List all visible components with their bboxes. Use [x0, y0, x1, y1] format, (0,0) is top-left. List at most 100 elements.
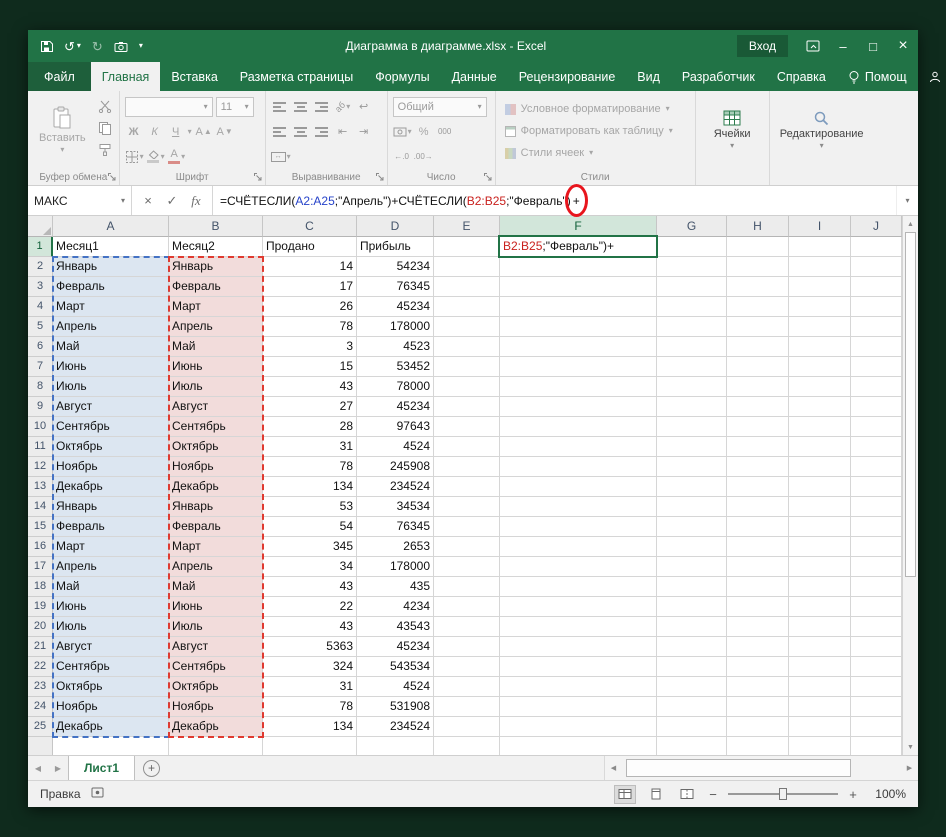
align-left-button[interactable]: [271, 122, 289, 141]
insert-function-button[interactable]: fx: [184, 193, 208, 209]
cell-G14[interactable]: [657, 497, 727, 517]
cell-C8[interactable]: 43: [263, 377, 357, 397]
cell-A15[interactable]: Февраль: [53, 517, 169, 537]
cell-G13[interactable]: [657, 477, 727, 497]
cell-I5[interactable]: [789, 317, 851, 337]
number-dialog-launcher[interactable]: [483, 172, 493, 182]
cell[interactable]: [789, 737, 851, 755]
cell-D23[interactable]: 4524: [357, 677, 434, 697]
cell-D24[interactable]: 531908: [357, 697, 434, 717]
cell-G12[interactable]: [657, 457, 727, 477]
cell-C20[interactable]: 43: [263, 617, 357, 637]
column-header-B[interactable]: B: [169, 216, 263, 237]
cell-E4[interactable]: [434, 297, 500, 317]
cell-A19[interactable]: Июнь: [53, 597, 169, 617]
row-header-19[interactable]: 19: [28, 597, 53, 617]
minimize-button[interactable]: –: [828, 30, 858, 62]
cell-J8[interactable]: [851, 377, 902, 397]
row-header-5[interactable]: 5: [28, 317, 53, 337]
cell-B18[interactable]: Май: [169, 577, 263, 597]
cell-I15[interactable]: [789, 517, 851, 537]
save-button[interactable]: [40, 40, 53, 53]
cell-F6[interactable]: [500, 337, 657, 357]
cell-E14[interactable]: [434, 497, 500, 517]
cell-J21[interactable]: [851, 637, 902, 657]
cell-G24[interactable]: [657, 697, 727, 717]
column-header-A[interactable]: A: [53, 216, 169, 237]
cell-E1[interactable]: [434, 237, 500, 257]
cell-H6[interactable]: [727, 337, 789, 357]
cell-I6[interactable]: [789, 337, 851, 357]
close-button[interactable]: ×: [888, 30, 918, 62]
cell-B3[interactable]: Февраль: [169, 277, 263, 297]
row-header-23[interactable]: 23: [28, 677, 53, 697]
cell-A13[interactable]: Декабрь: [53, 477, 169, 497]
cell-C1[interactable]: Продано: [263, 237, 357, 257]
cell-C17[interactable]: 34: [263, 557, 357, 577]
cell-D22[interactable]: 543534: [357, 657, 434, 677]
cell-F20[interactable]: [500, 617, 657, 637]
cell-H4[interactable]: [727, 297, 789, 317]
cell-J22[interactable]: [851, 657, 902, 677]
fill-color-button[interactable]: ▾: [147, 147, 165, 166]
cell-C10[interactable]: 28: [263, 417, 357, 437]
cell-F2[interactable]: [500, 257, 657, 277]
cell-E3[interactable]: [434, 277, 500, 297]
cell-D16[interactable]: 2653: [357, 537, 434, 557]
column-header-E[interactable]: E: [434, 216, 500, 237]
cell-I14[interactable]: [789, 497, 851, 517]
scroll-left-button[interactable]: ◀: [605, 756, 622, 780]
cell-J14[interactable]: [851, 497, 902, 517]
cell-F8[interactable]: [500, 377, 657, 397]
cell-E15[interactable]: [434, 517, 500, 537]
column-header-G[interactable]: G: [657, 216, 727, 237]
cell-I18[interactable]: [789, 577, 851, 597]
cell-D8[interactable]: 78000: [357, 377, 434, 397]
cell-D6[interactable]: 4523: [357, 337, 434, 357]
row-header-1[interactable]: 1: [28, 237, 53, 257]
cell-A10[interactable]: Сентябрь: [53, 417, 169, 437]
cell-A17[interactable]: Апрель: [53, 557, 169, 577]
row-header-8[interactable]: 8: [28, 377, 53, 397]
cell-J10[interactable]: [851, 417, 902, 437]
row-header-7[interactable]: 7: [28, 357, 53, 377]
cell-I17[interactable]: [789, 557, 851, 577]
row-header-18[interactable]: 18: [28, 577, 53, 597]
cell-D13[interactable]: 234524: [357, 477, 434, 497]
cell-G15[interactable]: [657, 517, 727, 537]
cell-B11[interactable]: Октябрь: [169, 437, 263, 457]
cell-E25[interactable]: [434, 717, 500, 737]
column-header-F[interactable]: F: [500, 216, 657, 237]
cell-D12[interactable]: 245908: [357, 457, 434, 477]
row-header-25[interactable]: 25: [28, 717, 53, 737]
cell-A16[interactable]: Март: [53, 537, 169, 557]
cell-H24[interactable]: [727, 697, 789, 717]
cell-G18[interactable]: [657, 577, 727, 597]
cell-E24[interactable]: [434, 697, 500, 717]
font-dialog-launcher[interactable]: [253, 172, 263, 182]
cell-F15[interactable]: [500, 517, 657, 537]
cell-H17[interactable]: [727, 557, 789, 577]
cell-E12[interactable]: [434, 457, 500, 477]
zoom-in-button[interactable]: +: [847, 787, 859, 802]
cell-A14[interactable]: Январь: [53, 497, 169, 517]
cell-J13[interactable]: [851, 477, 902, 497]
cell-C11[interactable]: 31: [263, 437, 357, 457]
align-top-button[interactable]: [271, 97, 289, 116]
cell-I10[interactable]: [789, 417, 851, 437]
cell-C7[interactable]: 15: [263, 357, 357, 377]
cell-I8[interactable]: [789, 377, 851, 397]
cell-I12[interactable]: [789, 457, 851, 477]
cell-A8[interactable]: Июль: [53, 377, 169, 397]
tab-view[interactable]: Вид: [626, 62, 671, 91]
percent-style-button[interactable]: %: [415, 122, 433, 141]
cell-E16[interactable]: [434, 537, 500, 557]
row-header-15[interactable]: 15: [28, 517, 53, 537]
cell-I19[interactable]: [789, 597, 851, 617]
cell-G10[interactable]: [657, 417, 727, 437]
cell-H8[interactable]: [727, 377, 789, 397]
cell-C14[interactable]: 53: [263, 497, 357, 517]
cell-H13[interactable]: [727, 477, 789, 497]
cell-J23[interactable]: [851, 677, 902, 697]
cell-B7[interactable]: Июнь: [169, 357, 263, 377]
